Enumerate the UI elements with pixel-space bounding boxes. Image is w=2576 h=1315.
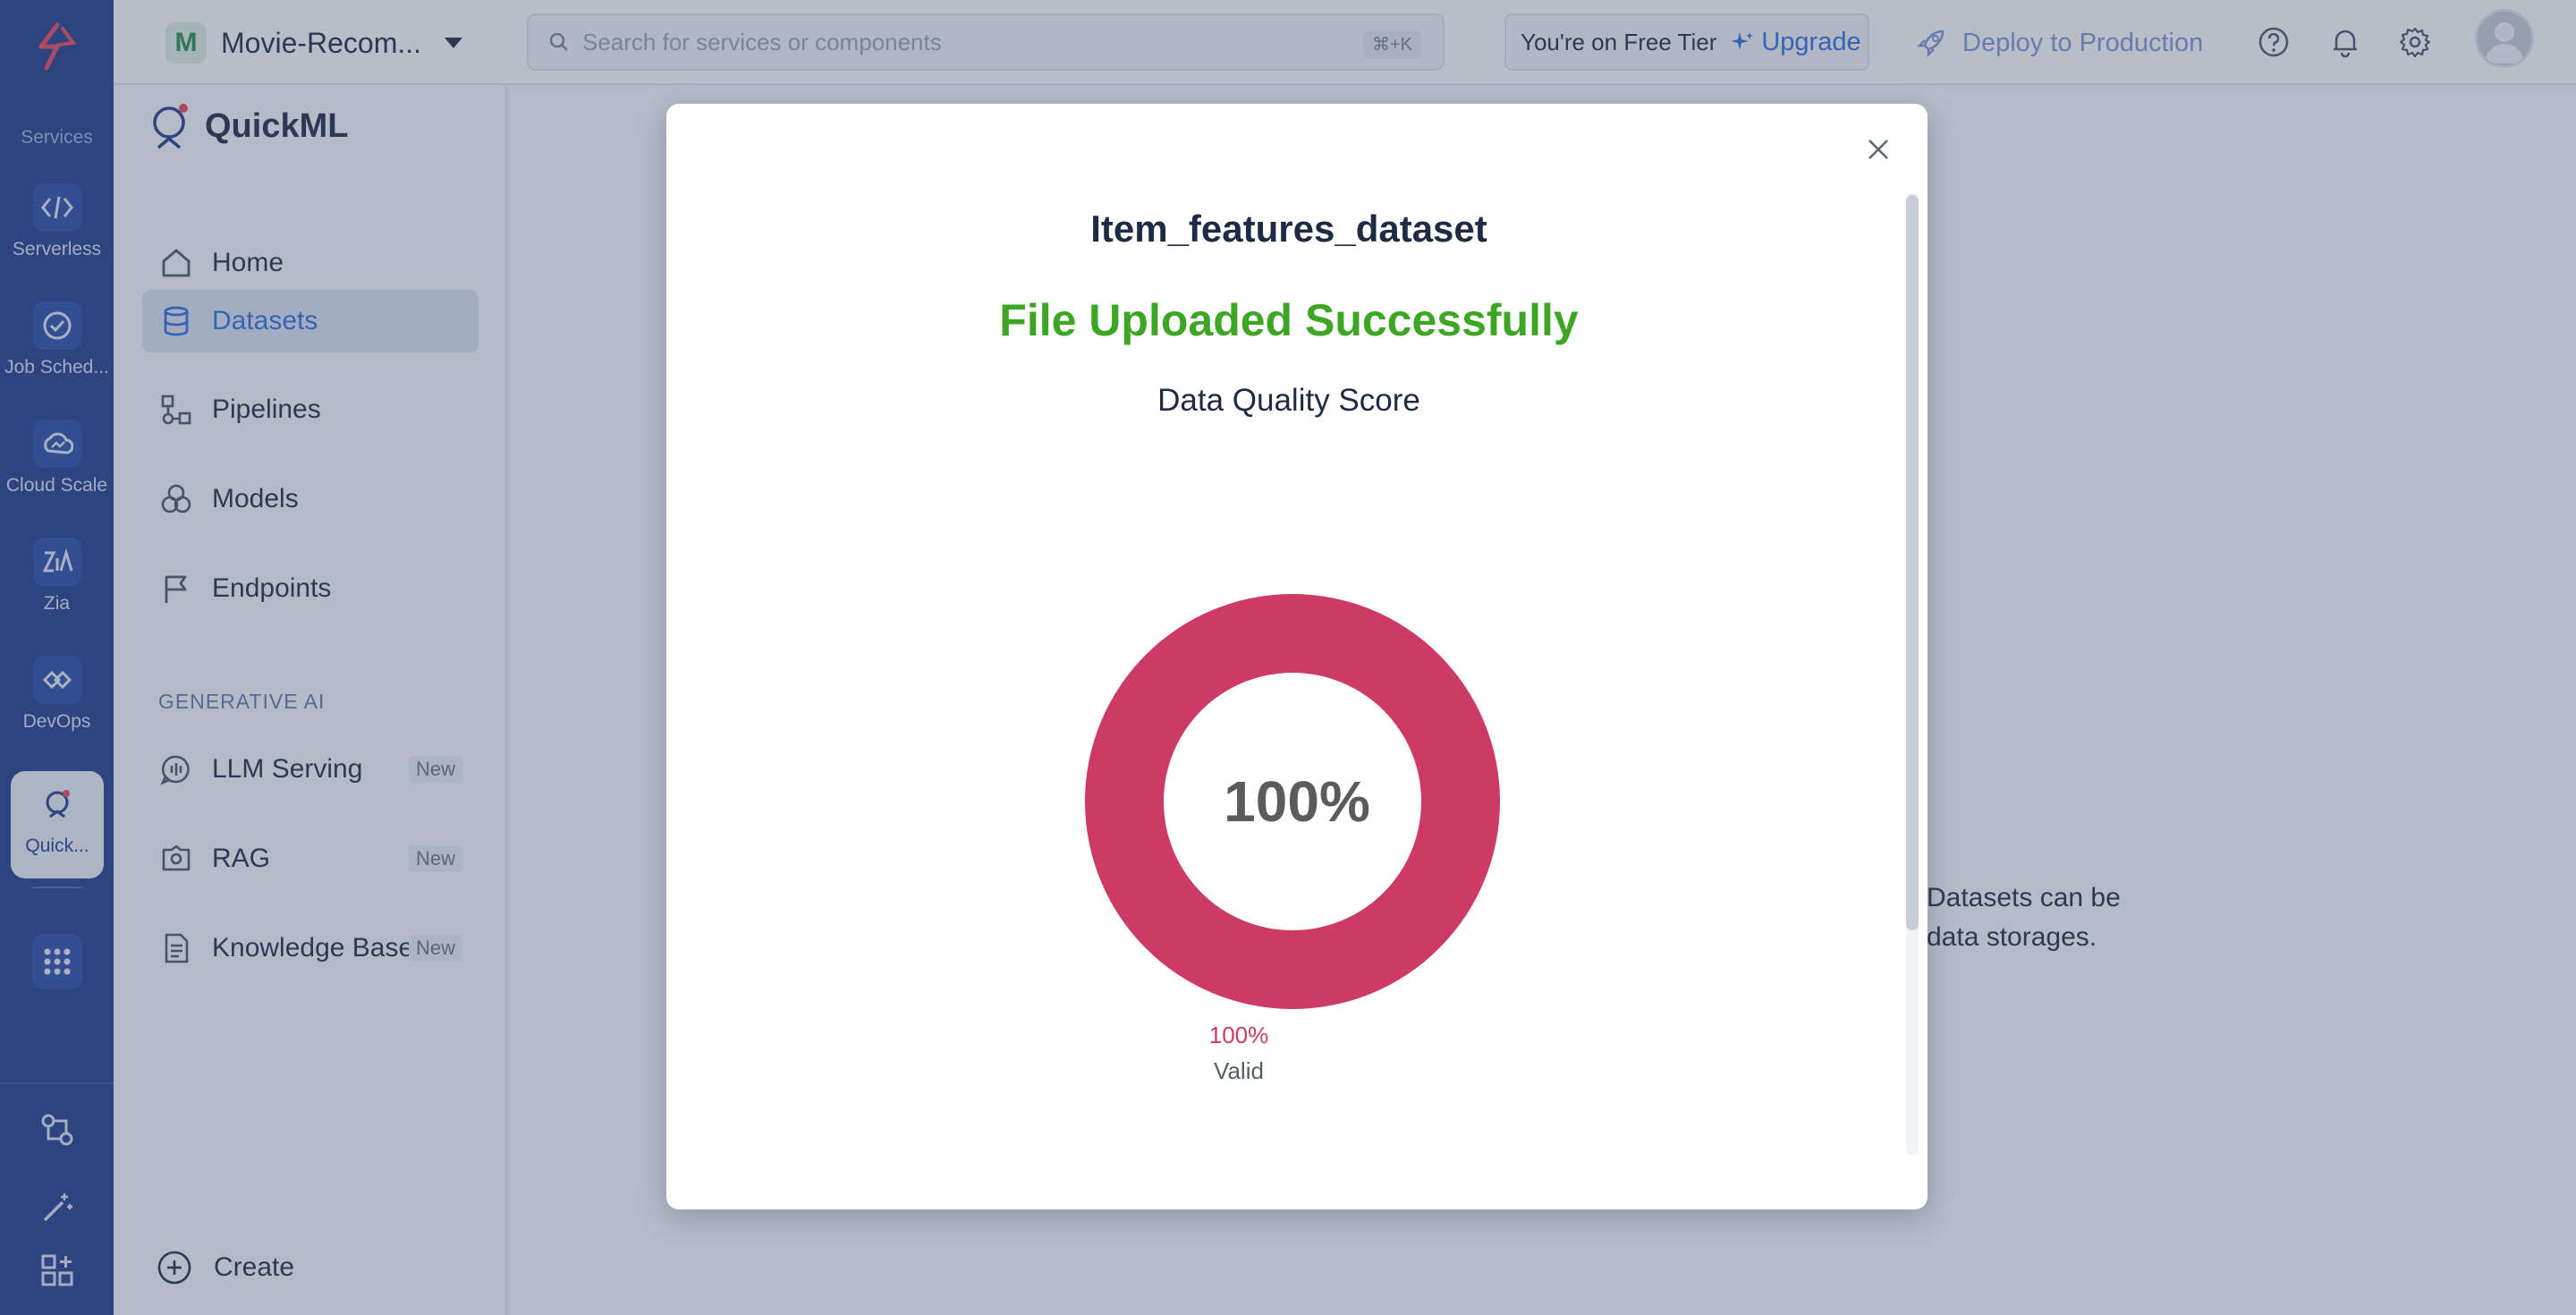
close-button[interactable] [1856,127,1901,172]
quality-donut-chart: 100% [1078,587,1507,1016]
legend-label: Valid [1214,1057,1264,1084]
donut-center-label: 100% [1224,769,1370,834]
upload-result-modal: Item_features_dataset File Uploaded Succ… [666,104,1928,1209]
close-icon [1868,140,1888,159]
quality-score-heading: Data Quality Score [1157,383,1420,418]
legend-value: 100% [1208,1022,1269,1048]
dataset-title: Item_features_dataset [1090,208,1487,250]
upload-status: File Uploaded Successfully [999,295,1579,345]
